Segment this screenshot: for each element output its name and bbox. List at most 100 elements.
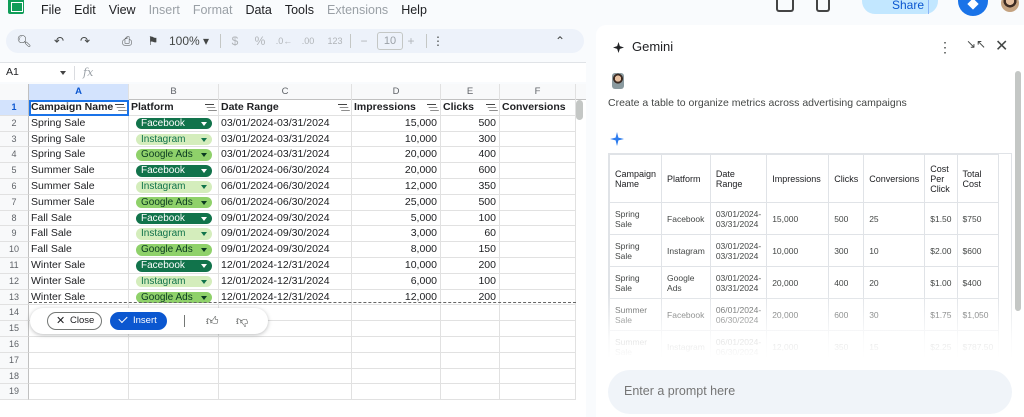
row-header[interactable]: 2 bbox=[0, 115, 29, 132]
cell[interactable] bbox=[500, 131, 576, 148]
cell[interactable] bbox=[500, 163, 576, 179]
cell[interactable] bbox=[500, 258, 576, 274]
cell[interactable] bbox=[352, 352, 441, 369]
menu-tools[interactable]: Tools bbox=[285, 3, 314, 17]
cell[interactable]: Conversions bbox=[500, 100, 576, 116]
row-header[interactable]: 17 bbox=[0, 352, 29, 369]
menu-format[interactable]: Format bbox=[193, 3, 233, 17]
filter-icon[interactable] bbox=[115, 104, 124, 111]
platform-chip[interactable]: Instagram bbox=[136, 275, 212, 288]
column-header-e[interactable]: E bbox=[441, 84, 500, 100]
paint-format-icon[interactable]: ⚑ bbox=[146, 29, 160, 53]
cell[interactable]: Fall Sale bbox=[29, 210, 129, 227]
cell[interactable] bbox=[219, 384, 352, 401]
thumbs-down-icon[interactable]: 👎︎ bbox=[236, 314, 248, 329]
row-header[interactable]: 14 bbox=[0, 305, 29, 322]
chevron-down-icon[interactable] bbox=[60, 71, 66, 75]
cell[interactable]: 8,000 bbox=[352, 242, 441, 258]
redo-icon[interactable]: ↷ bbox=[78, 29, 92, 53]
cell[interactable]: 12/01/2024-12/31/2024 bbox=[219, 258, 352, 274]
gemini-fab-icon[interactable] bbox=[958, 0, 988, 16]
cell[interactable]: 60 bbox=[441, 226, 500, 243]
cell[interactable] bbox=[500, 384, 576, 401]
spreadsheet-grid[interactable]: ABCDEF 1 Campaign Name Platform Date Range I… bbox=[0, 84, 586, 417]
cell[interactable] bbox=[500, 273, 576, 290]
cell[interactable]: 20,000 bbox=[352, 163, 441, 179]
cell[interactable]: 12/01/2024-12/31/2024 bbox=[219, 273, 352, 290]
menu-edit[interactable]: Edit bbox=[74, 3, 96, 17]
cell[interactable] bbox=[129, 352, 219, 369]
column-header-a[interactable]: A bbox=[29, 84, 129, 100]
cell[interactable] bbox=[129, 337, 219, 353]
row-header[interactable]: 11 bbox=[0, 258, 29, 274]
account-avatar[interactable] bbox=[1001, 0, 1019, 12]
print-icon[interactable]: ⎙ bbox=[119, 29, 135, 53]
row-header[interactable]: 4 bbox=[0, 147, 29, 164]
cell[interactable] bbox=[129, 384, 219, 401]
cell[interactable]: Instagram bbox=[129, 179, 219, 195]
cell[interactable]: 500 bbox=[441, 115, 500, 132]
meet-icon[interactable] bbox=[816, 0, 830, 12]
column-header-d[interactable]: D bbox=[352, 84, 441, 100]
row-header[interactable]: 10 bbox=[0, 242, 29, 258]
percent-format-button[interactable]: % bbox=[253, 29, 267, 53]
cell[interactable] bbox=[352, 305, 441, 322]
platform-chip[interactable]: Instagram bbox=[136, 181, 212, 193]
select-all-corner[interactable] bbox=[0, 84, 29, 100]
cell[interactable] bbox=[219, 368, 352, 385]
cell[interactable] bbox=[500, 368, 576, 385]
cell[interactable]: 20,000 bbox=[352, 147, 441, 164]
platform-chip[interactable]: Google Ads bbox=[136, 196, 212, 209]
filter-icon[interactable] bbox=[427, 104, 436, 111]
name-box[interactable]: A1 bbox=[6, 66, 19, 78]
row-header[interactable]: 3 bbox=[0, 131, 29, 148]
cell[interactable]: 15,000 bbox=[352, 115, 441, 132]
cell[interactable]: Facebook bbox=[129, 163, 219, 179]
cell[interactable] bbox=[500, 321, 576, 337]
cell[interactable]: 09/01/2024-09/30/2024 bbox=[219, 210, 352, 227]
cell[interactable]: Summer Sale bbox=[29, 179, 129, 195]
cell[interactable] bbox=[352, 321, 441, 337]
cell[interactable]: Spring Sale bbox=[29, 115, 129, 132]
zoom-select[interactable]: 100% ▾ bbox=[166, 29, 212, 53]
cell[interactable] bbox=[500, 226, 576, 243]
platform-chip[interactable]: Facebook bbox=[136, 165, 212, 177]
platform-chip[interactable]: Facebook bbox=[136, 117, 212, 130]
panel-scrollbar[interactable] bbox=[1015, 71, 1021, 311]
cell[interactable] bbox=[500, 352, 576, 369]
cell[interactable]: Fall Sale bbox=[29, 242, 129, 258]
cell[interactable] bbox=[352, 368, 441, 385]
row-header[interactable]: 7 bbox=[0, 194, 29, 211]
cell[interactable]: Google Ads bbox=[129, 242, 219, 258]
cell[interactable] bbox=[29, 352, 129, 369]
row-header[interactable]: 6 bbox=[0, 179, 29, 195]
cell[interactable]: Spring Sale bbox=[29, 131, 129, 148]
cell[interactable]: 6,000 bbox=[352, 273, 441, 290]
cell[interactable] bbox=[500, 179, 576, 195]
font-size-increase-button[interactable]: + bbox=[404, 29, 418, 53]
cell[interactable]: 25,000 bbox=[352, 194, 441, 211]
cell[interactable]: Google Ads bbox=[129, 289, 219, 306]
thumbs-up-icon[interactable]: 👍︎ bbox=[206, 314, 219, 329]
cell[interactable]: Platform bbox=[129, 100, 219, 116]
menu-extensions[interactable]: Extensions bbox=[327, 3, 388, 17]
cell[interactable] bbox=[500, 194, 576, 211]
cell[interactable]: 09/01/2024-09/30/2024 bbox=[219, 226, 352, 243]
row-header[interactable]: 19 bbox=[0, 384, 29, 401]
cell[interactable]: Fall Sale bbox=[29, 226, 129, 243]
cell[interactable] bbox=[500, 305, 576, 322]
cell[interactable]: 150 bbox=[441, 242, 500, 258]
search-icon[interactable]: 🔍︎ bbox=[16, 29, 32, 53]
cell[interactable]: 100 bbox=[441, 273, 500, 290]
cell[interactable]: 06/01/2024-06/30/2024 bbox=[219, 179, 352, 195]
platform-chip[interactable]: Instagram bbox=[136, 228, 212, 240]
filter-icon[interactable] bbox=[338, 104, 347, 111]
cell[interactable]: Facebook bbox=[129, 258, 219, 274]
cell[interactable]: 03/01/2024-03/31/2024 bbox=[219, 131, 352, 148]
cell[interactable] bbox=[441, 321, 500, 337]
more-formats-button[interactable]: 123 bbox=[324, 29, 346, 53]
font-size-input[interactable]: 10 bbox=[377, 32, 403, 50]
cell[interactable] bbox=[500, 147, 576, 164]
cell[interactable]: 400 bbox=[441, 147, 500, 164]
vertical-scrollbar[interactable] bbox=[576, 100, 583, 120]
